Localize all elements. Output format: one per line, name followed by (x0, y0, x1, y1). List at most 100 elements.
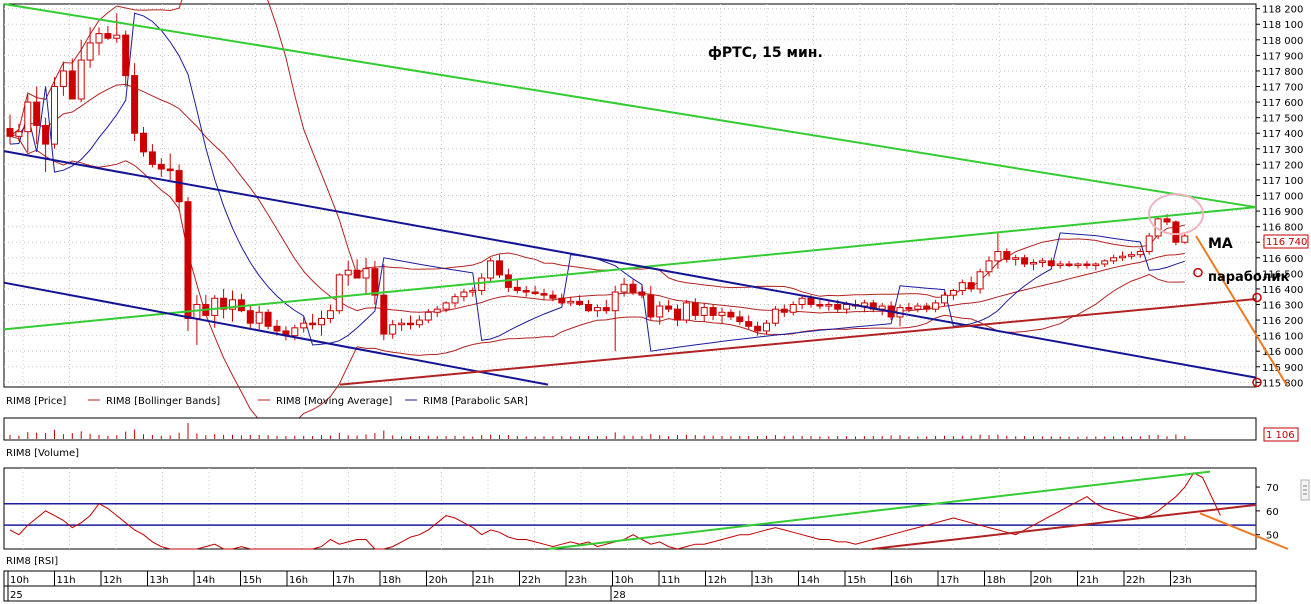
last-price-badge: 116 740 (1263, 234, 1309, 249)
hour-label: 16h (289, 575, 308, 586)
scroll-marker[interactable] (1300, 479, 1310, 501)
candle-body (941, 294, 948, 304)
price-tick-label: 117 600 (1262, 98, 1303, 109)
candle-body (700, 307, 708, 316)
candle (771, 306, 779, 327)
candle (264, 309, 272, 330)
candle-body (1056, 263, 1064, 267)
price-tick-label: 117 500 (1262, 114, 1303, 125)
hour-label: 12h (103, 575, 122, 586)
candle-body (407, 322, 414, 326)
candle (1172, 220, 1180, 246)
rsi-tick-label: 60 (1266, 507, 1279, 518)
candle-body (469, 289, 477, 293)
candle-body (718, 311, 726, 316)
candle-body (843, 303, 851, 310)
candle-body (674, 308, 681, 321)
candle-body (246, 310, 254, 324)
candle-body (24, 101, 32, 133)
hour-label: 15h (243, 575, 262, 586)
hour-label: 17h (336, 575, 355, 586)
price-tick-label: 117 200 (1262, 160, 1303, 171)
hour-label: 14h (801, 575, 820, 586)
hour-label: 10h (10, 575, 29, 586)
price-tick-label: 116 900 (1262, 207, 1303, 218)
candle-body (745, 321, 753, 327)
price-tick-label: 115 900 (1262, 363, 1303, 374)
candle-body (113, 34, 121, 39)
parabolic-annotation: параболик (1208, 270, 1289, 285)
chart-title: фРТС, 15 мин. (708, 45, 823, 61)
legend-label: RIM8 [Bollinger Bands] (106, 396, 220, 407)
candle-body (1127, 254, 1135, 257)
candle-body (309, 322, 317, 326)
candle-body (140, 132, 147, 153)
hour-label: 11h (57, 575, 76, 586)
hour-label: 14h (196, 575, 215, 586)
candle-body (540, 293, 548, 296)
candle-body (273, 325, 281, 332)
hour-label: 20h (429, 575, 448, 586)
price-tick-label: 116 300 (1262, 300, 1303, 311)
price-legend: RIM8 [Price] RIM8 [Bollinger Bands] RIM8 [… (6, 396, 528, 407)
candle-body (371, 268, 379, 296)
candle (1145, 232, 1153, 255)
candle-body (576, 300, 584, 305)
candle-body (682, 302, 690, 321)
rsi-y-axis: 706050 (1256, 483, 1279, 542)
candle-body (949, 289, 957, 296)
candle-body (300, 322, 308, 329)
legend-label: RIM8 [Moving Average] (276, 396, 392, 407)
candle-body (967, 282, 975, 290)
price-tick-label: 118 000 (1262, 36, 1303, 47)
volume-value-label: 1 106 (1266, 430, 1295, 441)
candle (335, 273, 343, 314)
price-tick-label: 117 000 (1262, 192, 1303, 203)
candle-body (424, 311, 432, 321)
candle-body (647, 294, 655, 318)
price-tick-label: 116 800 (1262, 223, 1303, 234)
price-tick-label: 117 900 (1262, 51, 1303, 62)
candle-body (780, 308, 788, 313)
candle-body (148, 151, 156, 165)
candle-body (451, 296, 459, 304)
price-tick-label: 116 200 (1262, 316, 1303, 327)
candle-body (59, 70, 67, 88)
candle-body (157, 163, 165, 170)
ma-annotation: MA (1208, 236, 1233, 252)
candle-body (1065, 263, 1073, 267)
price-y-axis: 118 200 118 100 118 000 117 900 117 800 117 7… (1256, 5, 1303, 389)
candle-body (602, 307, 610, 312)
hour-label: 23h (568, 575, 587, 586)
price-tick-label: 116 100 (1262, 332, 1303, 343)
candle-body (807, 297, 815, 305)
hour-label: 17h (940, 575, 959, 586)
price-panel: 118 200 118 100 118 000 117 900 117 800 117 7… (3, 0, 1309, 433)
hour-label: 23h (1173, 575, 1192, 586)
legend-item: RIM8 [Bollinger Bands] (88, 396, 220, 407)
candle-body (15, 131, 23, 137)
legend-item: RIM8 [Moving Average] (258, 396, 392, 407)
candle-body (442, 302, 450, 310)
candle-body (736, 316, 744, 323)
candle-body (166, 168, 174, 172)
candle-body (487, 260, 495, 279)
date-label: 28 (613, 590, 626, 601)
candle-body (1047, 260, 1055, 267)
candle-body (798, 297, 806, 305)
candle-body (398, 322, 406, 326)
candle-body (905, 307, 913, 310)
candle-body (122, 34, 130, 77)
candle-body (433, 308, 441, 313)
candle-body (629, 283, 637, 293)
candle-body (460, 291, 468, 298)
candle-body (184, 201, 192, 319)
hour-label: 20h (1033, 575, 1052, 586)
candle-body (558, 297, 566, 304)
candle-body (727, 311, 735, 318)
candle (682, 299, 690, 324)
candle-body (415, 319, 423, 326)
candle-body (1012, 257, 1020, 260)
legend-label: RIM8 [Price] (6, 396, 66, 407)
candle-body (789, 303, 797, 313)
